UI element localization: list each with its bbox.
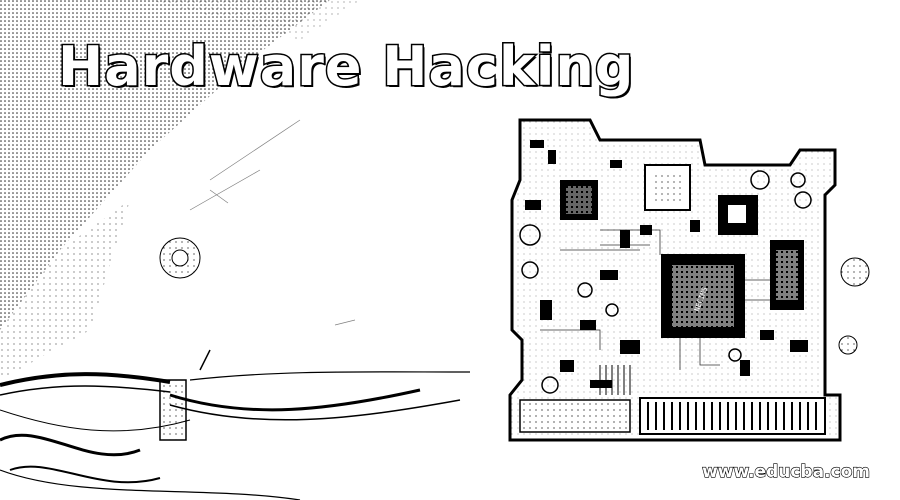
decorative-circles [838, 257, 870, 355]
circuit-board: NECIMS [508, 118, 842, 442]
page-title: Hardware Hacking [56, 35, 635, 98]
hero-image: NECIMS Hardware Hacking www.educba.com [0, 0, 900, 500]
round-component [159, 237, 201, 279]
watermark: www.educba.com [701, 461, 870, 482]
cables [0, 349, 471, 500]
sketch-lines [189, 119, 356, 326]
